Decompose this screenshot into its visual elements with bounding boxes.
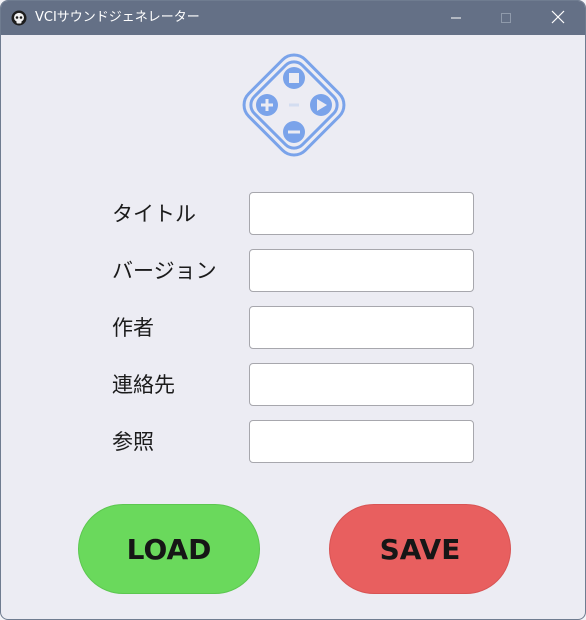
minimize-button[interactable] [433, 1, 479, 35]
window-title: VCIサウンドジェネレーター [35, 10, 200, 25]
minimize-icon [450, 9, 462, 28]
maximize-button[interactable] [483, 1, 529, 35]
version-input[interactable] [249, 249, 474, 292]
title-label: タイトル [112, 202, 196, 226]
author-label: 作者 [112, 316, 154, 340]
title-bar[interactable]: VCIサウンドジェネレーター [1, 1, 585, 35]
contact-input[interactable] [249, 363, 474, 406]
skull-app-icon [11, 10, 27, 26]
contact-label: 連絡先 [112, 373, 175, 397]
author-input[interactable] [249, 306, 474, 349]
reference-input[interactable] [249, 420, 474, 463]
app-window: VCIサウンドジェネレーター タイトル バージョン 作者 連絡先 参照 LOAD… [0, 0, 586, 620]
reference-label: 参照 [112, 430, 154, 454]
save-button[interactable]: SAVE [329, 504, 511, 594]
maximize-icon [500, 9, 512, 28]
close-button[interactable] [535, 1, 581, 35]
title-input[interactable] [249, 192, 474, 235]
load-button[interactable]: LOAD [78, 504, 260, 594]
gamepad-dpad-logo-icon [234, 45, 354, 165]
close-icon [551, 9, 565, 28]
version-label: バージョン [112, 259, 217, 283]
